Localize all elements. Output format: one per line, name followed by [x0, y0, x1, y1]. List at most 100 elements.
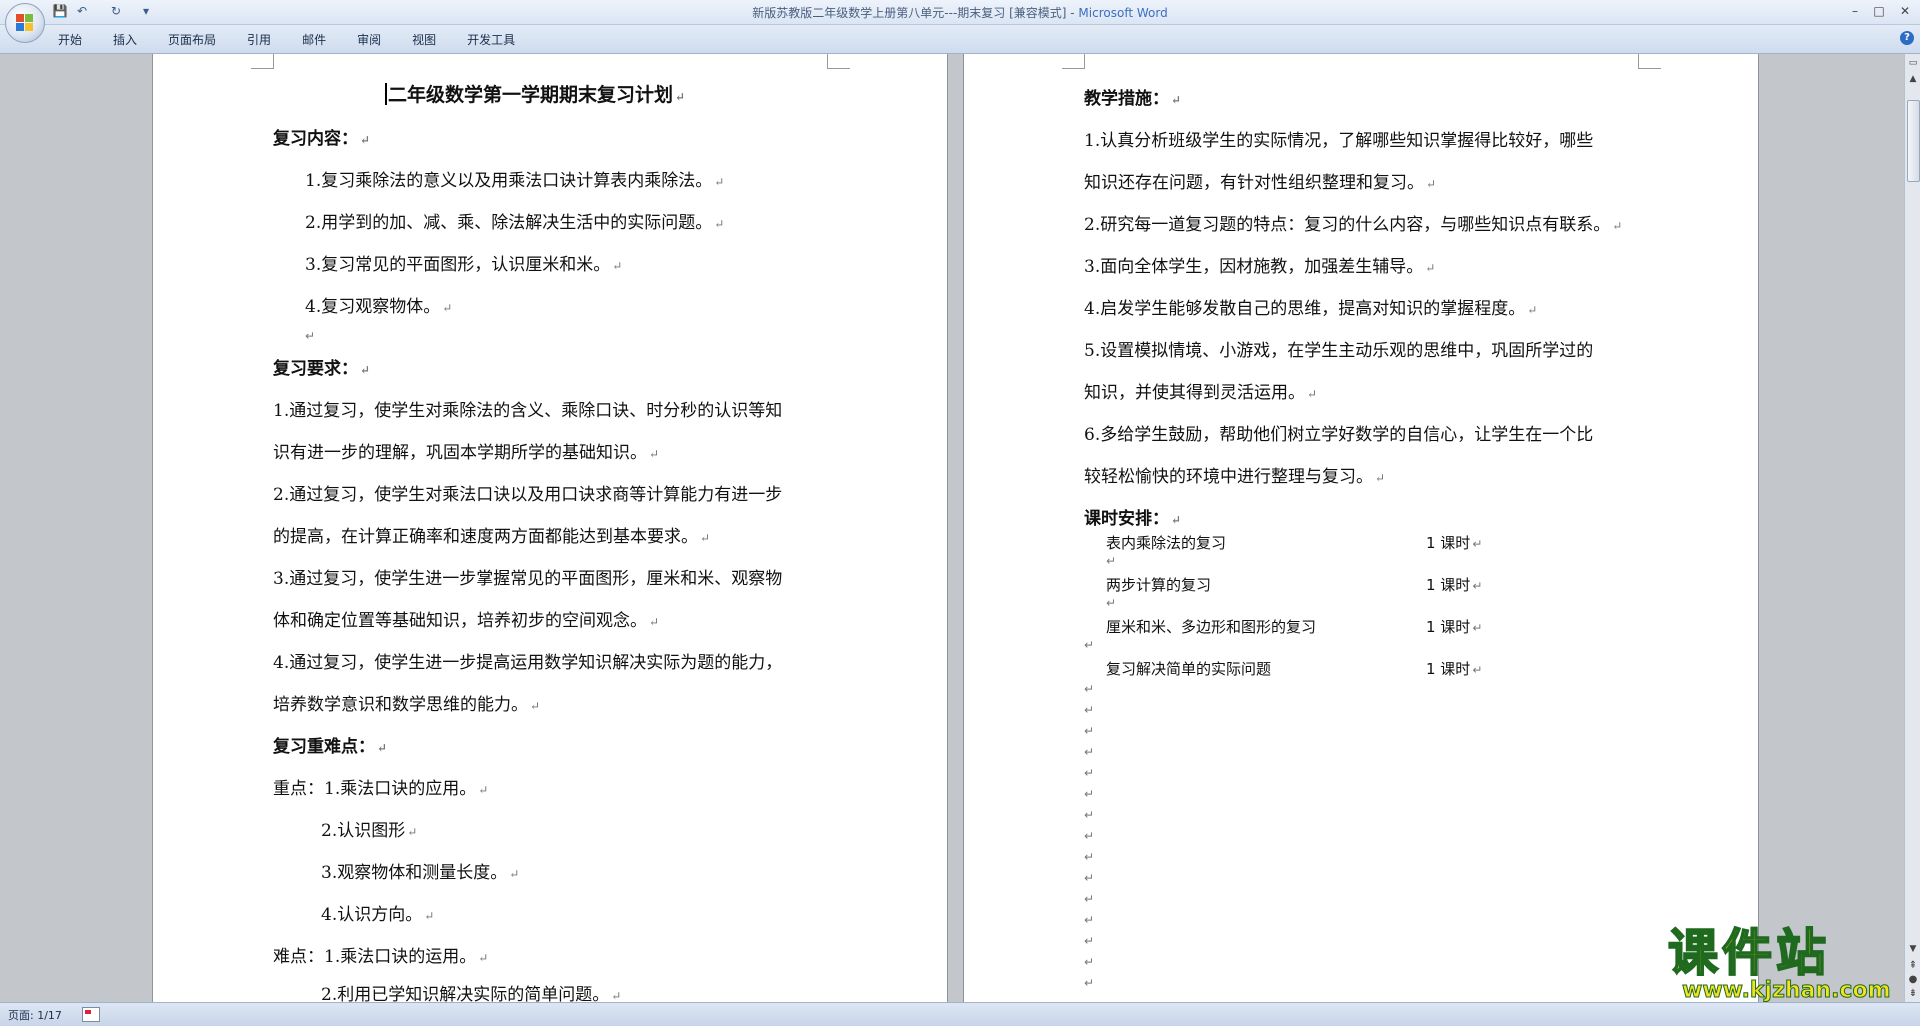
document-area[interactable]: 二年级数学第一学期期末复习计划 ↵ 复习内容： ↵ 1.复习乘除法的意义以及用乘法口…: [0, 54, 1904, 1002]
proofing-status-icon[interactable]: [82, 1007, 100, 1022]
measures-line: 6.多给学生鼓励，帮助他们树立学好数学的自信心，让学生在一个比: [1084, 425, 1594, 445]
measures-line: 知识，并使其得到灵活运用。 ↵: [1084, 383, 1318, 403]
section-heading-schedule: 课时安排： ↵: [1084, 509, 1182, 529]
requirements-line: 3.通过复习，使学生进一步掌握常见的平面图形，厘米和米、观察物: [273, 569, 783, 589]
paragraph-mark: ↵: [1084, 892, 1095, 906]
review-content-item: 4.复习观察物体。 ↵: [305, 297, 453, 317]
paragraph-mark: ↵: [1106, 596, 1117, 610]
requirements-line: 4.通过复习，使学生进一步提高运用数学知识解决实际为题的能力，: [273, 653, 783, 673]
tab-6[interactable]: 审阅: [357, 31, 381, 48]
margin-corner-mark: [251, 54, 274, 69]
paragraph-mark: ↵: [1084, 638, 1095, 652]
tab-3[interactable]: 页面布局: [168, 31, 216, 48]
requirements-line: 1.通过复习，使学生对乘除法的含义、乘除口诀、时分秒的认识等知: [273, 401, 783, 421]
help-icon[interactable]: ?: [1900, 31, 1914, 45]
tab-8[interactable]: 开发工具: [467, 31, 515, 48]
app-name: Microsoft Word: [1078, 6, 1168, 20]
paragraph-mark: ↵: [1084, 682, 1095, 696]
paragraph-mark: ↵: [1106, 554, 1117, 568]
measures-line: 5.设置模拟情境、小游戏，在学生主动乐观的思维中，巩固所学过的: [1084, 341, 1594, 361]
margin-corner-mark: [1062, 54, 1085, 69]
maximize-button[interactable]: □: [1868, 2, 1890, 20]
schedule-hours: 1 课时 ↵: [1426, 576, 1483, 594]
title-bar: 💾 ↶ ↻ ▾ 新版苏教版二年级数学上册第八单元---期末复习 [兼容模式] -…: [0, 0, 1920, 43]
minimize-button[interactable]: –: [1844, 2, 1866, 20]
text-cursor: [385, 83, 387, 105]
schedule-topic: 复习解决简单的实际问题: [1106, 660, 1272, 678]
requirements-line: 体和确定位置等基础知识，培养初步的空间观念。 ↵: [273, 611, 660, 631]
schedule-hours: 1 课时 ↵: [1426, 660, 1483, 678]
select-browse-object-icon[interactable]: ●: [1907, 974, 1919, 986]
key-point-line: 4.认识方向。 ↵: [321, 905, 435, 925]
requirements-line: 识有进一步的理解，巩固本学期所学的基础知识。 ↵: [273, 443, 660, 463]
ribbon-tabs: 开始 插入 页面布局 引用 邮件 审阅 视图 开发工具 ?: [0, 25, 1920, 54]
key-point-line: 难点：1.乘法口诀的运用。 ↵: [273, 947, 489, 967]
page-2[interactable]: 教学措施： ↵ 1.认真分析班级学生的实际情况，了解哪些知识掌握得比较好，哪些 知…: [963, 54, 1759, 1002]
measures-line: 2.研究每一道复习题的特点：复习的什么内容，与哪些知识点有联系。 ↵: [1084, 215, 1623, 235]
measures-line: 知识还存在问题，有针对性组织整理和复习。 ↵: [1084, 173, 1437, 193]
paragraph-mark: ↵: [1084, 829, 1095, 843]
paragraph-mark: ↵: [1084, 955, 1095, 969]
ruler-toggle-icon[interactable]: ▭: [1907, 56, 1919, 70]
paragraph-mark: ↵: [1084, 724, 1095, 738]
section-heading-measures: 教学措施： ↵: [1084, 89, 1182, 109]
office-button[interactable]: [5, 3, 45, 43]
section-heading-key-points: 复习重难点： ↵: [273, 737, 388, 757]
watermark-logo-text: 课件站: [1667, 924, 1830, 982]
paragraph-mark: ↵: [1084, 745, 1095, 759]
paragraph-mark: ↵: [1084, 703, 1095, 717]
key-point-line: 2.利用已学知识解决实际的简单问题。 ↵: [321, 985, 622, 1002]
vertical-scrollbar[interactable]: ▭ ▲ ▼ ⇞ ● ⇟: [1904, 54, 1920, 1002]
measures-line: 1.认真分析班级学生的实际情况，了解哪些知识掌握得比较好，哪些: [1084, 131, 1594, 151]
requirements-line: 2.通过复习，使学生对乘法口诀以及用口诀求商等计算能力有进一步: [273, 485, 783, 505]
paragraph-mark: ↵: [1084, 808, 1095, 822]
watermark: 课件站 www.kjzhan.com: [1667, 924, 1900, 1006]
document-title: 新版苏教版二年级数学上册第八单元---期末复习 [兼容模式] -: [752, 6, 1079, 20]
requirements-line: 的提高，在计算正确率和速度两方面都能达到基本要求。 ↵: [273, 527, 711, 547]
paragraph-mark: ↵: [1084, 976, 1095, 990]
scroll-thumb[interactable]: [1907, 100, 1920, 182]
previous-page-icon[interactable]: ⇞: [1907, 960, 1919, 972]
watermark-url: www.kjzhan.com: [1682, 978, 1892, 1004]
schedule-topic: 两步计算的复习: [1106, 576, 1212, 594]
key-point-line: 重点：1.乘法口诀的应用。 ↵: [273, 779, 489, 799]
schedule-topic: 表内乘除法的复习: [1106, 534, 1227, 552]
paragraph-mark: ↵: [1084, 934, 1095, 948]
review-content-item: 2.用学到的加、减、乘、除法解决生活中的实际问题。 ↵: [305, 213, 725, 233]
window-title: 新版苏教版二年级数学上册第八单元---期末复习 [兼容模式] - Microso…: [0, 4, 1920, 21]
paragraph-mark: ↵: [1084, 913, 1095, 927]
review-content-item: 1.复习乘除法的意义以及用乘法口诀计算表内乘除法。 ↵: [305, 171, 725, 191]
review-content-item: 3.复习常见的平面图形，认识厘米和米。 ↵: [305, 255, 623, 275]
measures-line: 4.启发学生能够发散自己的思维，提高对知识的掌握程度。 ↵: [1084, 299, 1538, 319]
section-heading-review-content: 复习内容： ↵: [273, 129, 371, 149]
page-counter[interactable]: 页面: 1/17: [8, 1007, 62, 1023]
tab-4[interactable]: 引用: [247, 31, 271, 48]
measures-line: 3.面向全体学生，因材施教，加强差生辅导。 ↵: [1084, 257, 1436, 277]
scroll-up-icon[interactable]: ▲: [1907, 72, 1919, 86]
tab-2[interactable]: 插入: [113, 31, 137, 48]
tab-list: 开始 插入 页面布局 引用 邮件 审阅 视图 开发工具: [58, 31, 546, 48]
page-1[interactable]: 二年级数学第一学期期末复习计划 ↵ 复习内容： ↵ 1.复习乘除法的意义以及用乘法口…: [152, 54, 948, 1002]
schedule-topic: 厘米和米、多边形和图形的复习: [1106, 618, 1317, 636]
measures-line: 较轻松愉快的环境中进行整理与复习。 ↵: [1084, 467, 1386, 487]
paragraph-mark: ↵: [1084, 871, 1095, 885]
paragraph-mark: ↵: [1084, 850, 1095, 864]
close-button[interactable]: ✕: [1894, 2, 1916, 20]
tab-5[interactable]: 邮件: [302, 31, 326, 48]
paragraph-mark: ↵: [1084, 787, 1095, 801]
key-point-line: 3.观察物体和测量长度。 ↵: [321, 863, 520, 883]
office-logo-icon: [16, 14, 34, 32]
paragraph-mark: ↵: [305, 329, 316, 343]
section-heading-requirements: 复习要求： ↵: [273, 359, 371, 379]
schedule-hours: 1 课时 ↵: [1426, 618, 1483, 636]
key-point-line: 2.认识图形 ↵: [321, 821, 418, 841]
document-heading: 二年级数学第一学期期末复习计划 ↵: [385, 80, 685, 107]
tab-7[interactable]: 视图: [412, 31, 436, 48]
tab-1[interactable]: 开始: [58, 31, 82, 48]
scroll-down-icon[interactable]: ▼: [1907, 942, 1919, 956]
margin-corner-mark: [1638, 54, 1661, 69]
paragraph-mark: ↵: [1084, 766, 1095, 780]
next-page-icon[interactable]: ⇟: [1907, 988, 1919, 1000]
schedule-hours: 1 课时 ↵: [1426, 534, 1483, 552]
requirements-line: 培养数学意识和数学思维的能力。 ↵: [273, 695, 541, 715]
